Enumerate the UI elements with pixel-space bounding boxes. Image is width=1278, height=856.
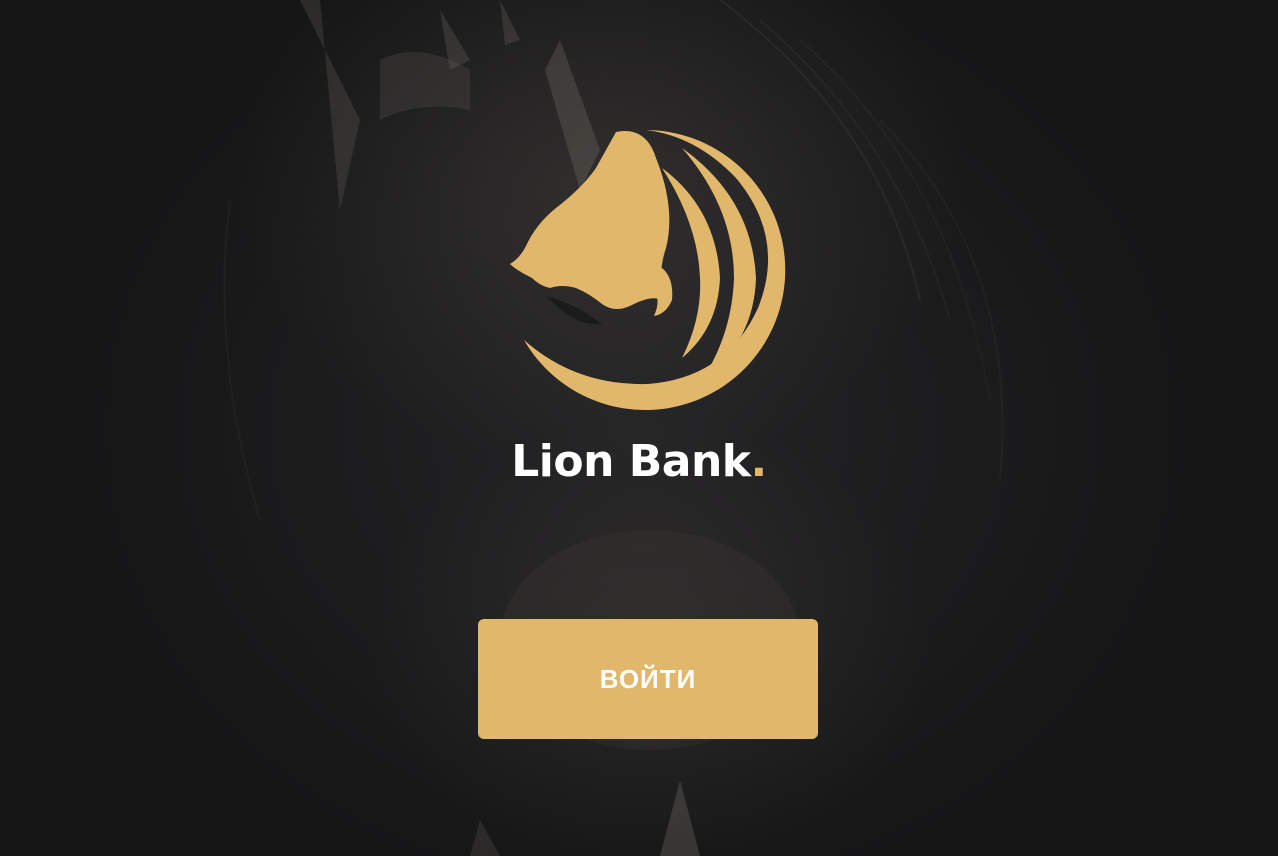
login-button[interactable]: ВОЙТИ <box>478 619 818 739</box>
brand-name: Lion Bank. <box>0 432 1278 492</box>
brand-name-text: Lion Bank <box>511 436 751 487</box>
login-screen: Lion Bank. ВОЙТИ <box>0 0 1278 856</box>
lion-head-crest-icon <box>510 130 786 410</box>
brand-dot: . <box>750 436 768 487</box>
